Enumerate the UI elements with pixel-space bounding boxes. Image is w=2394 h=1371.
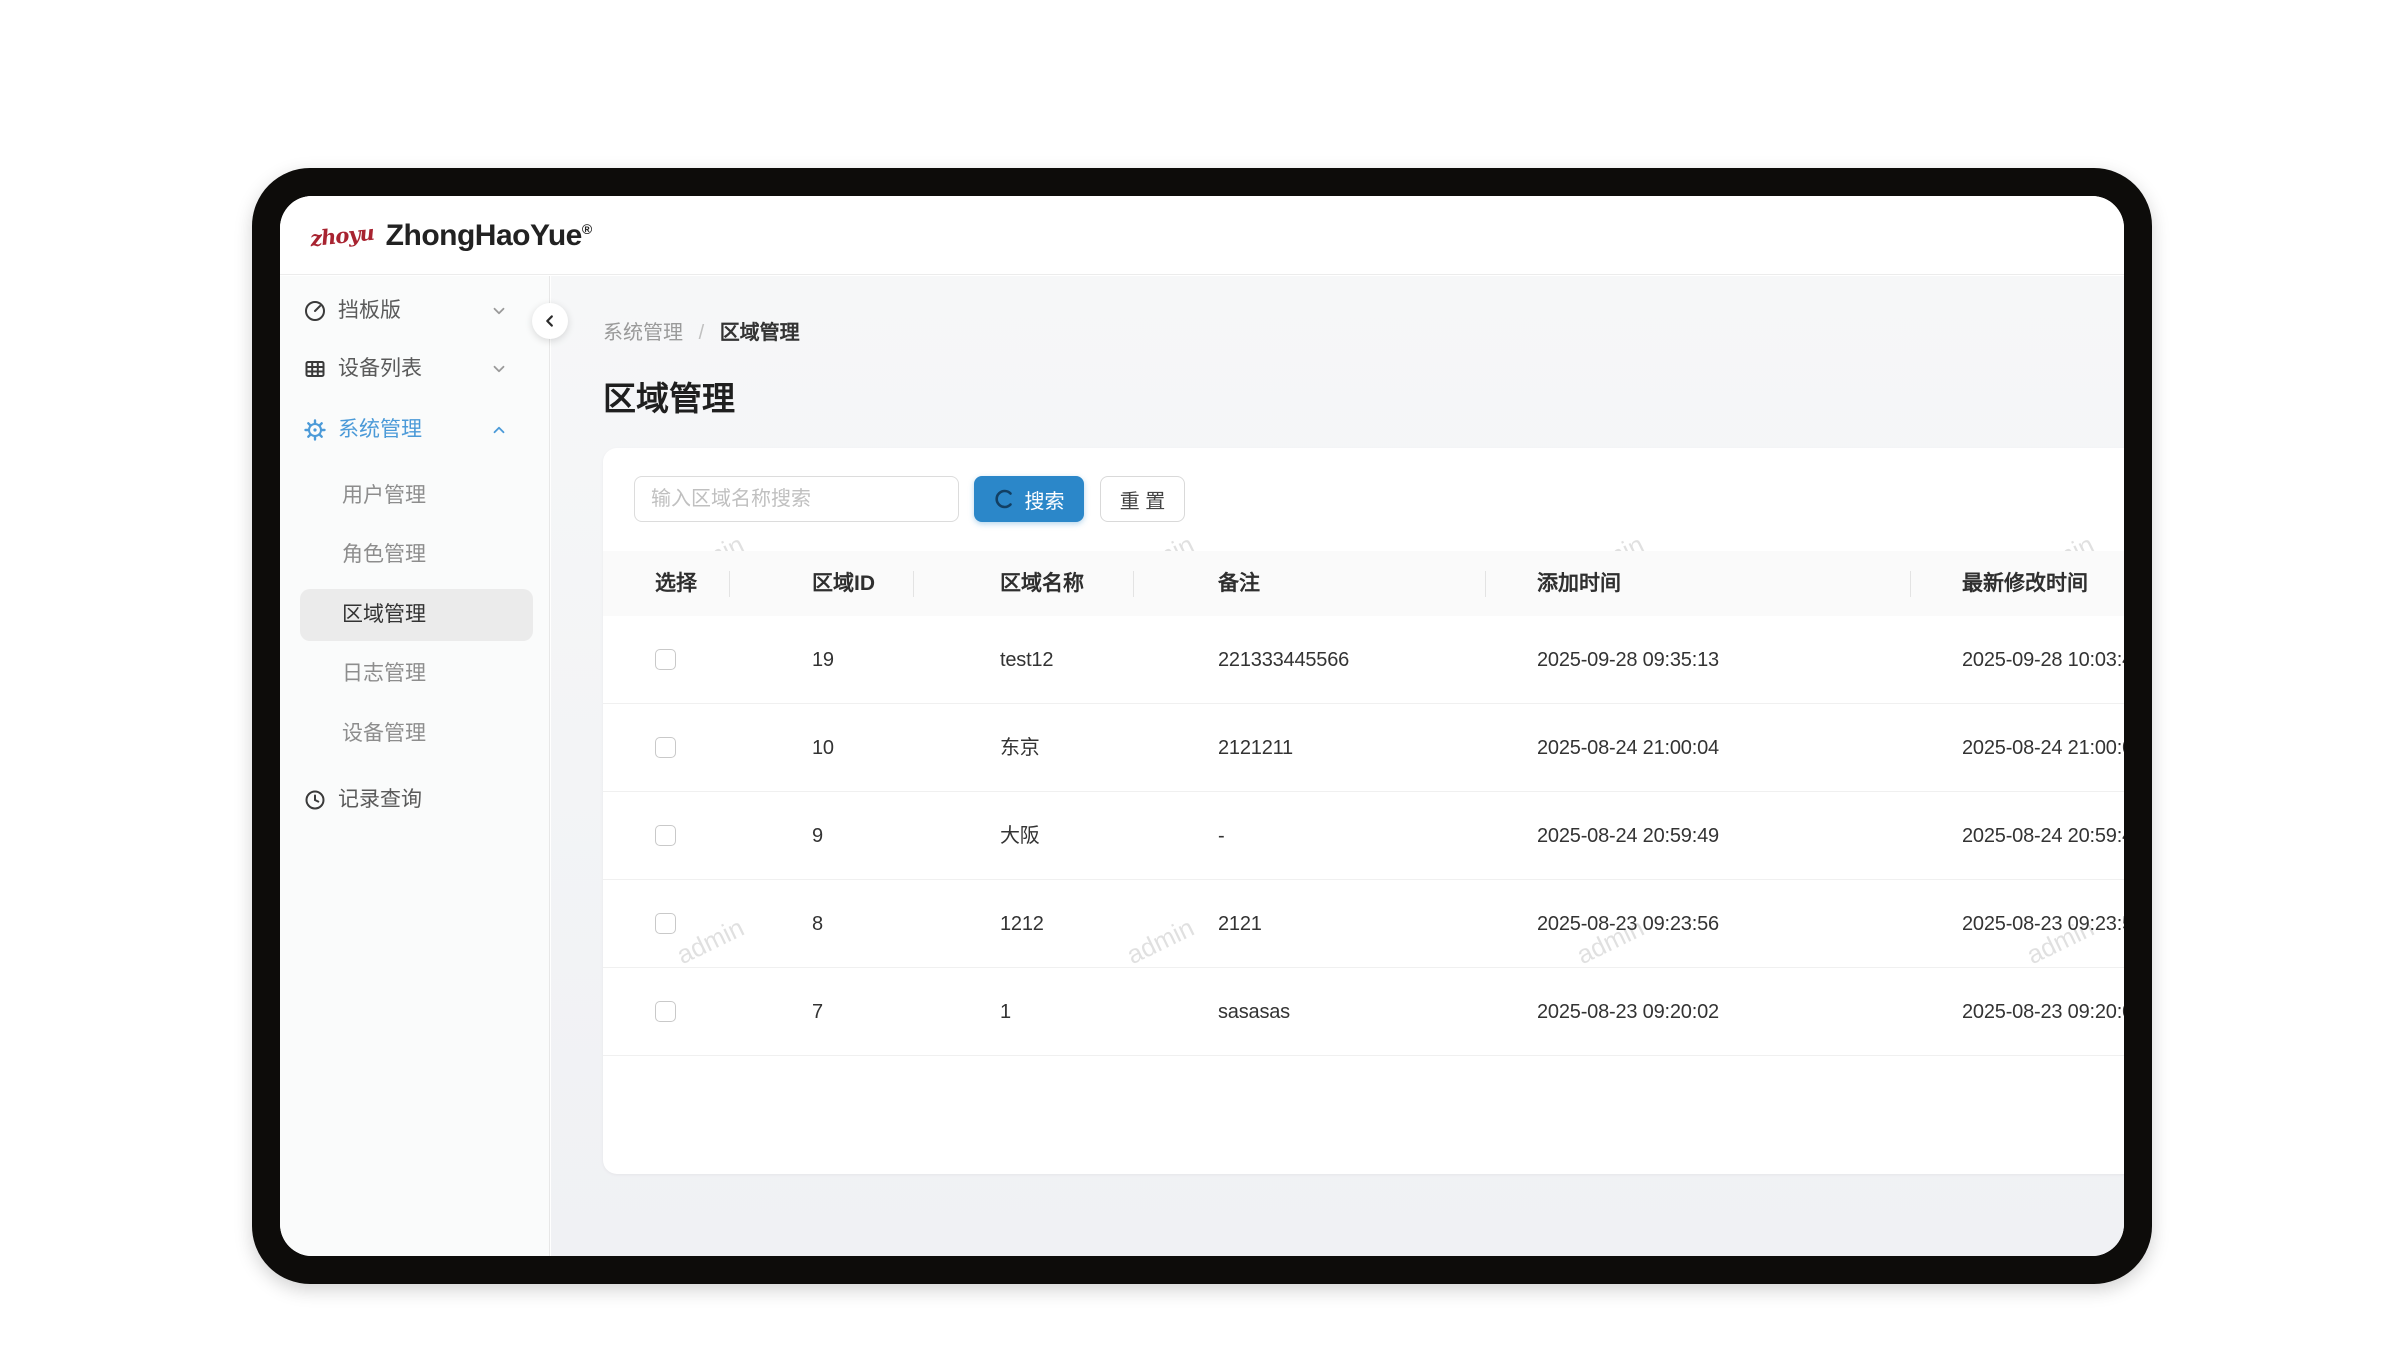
table-row: 8 1212 2121 2025-08-23 09:23:56 2025-08-… [603,880,2124,968]
sidebar-item-label: 设备列表 [338,343,422,395]
breadcrumb-current: 区域管理 [720,322,800,344]
chevron-down-icon [490,360,508,378]
cell-area-name: 1 [1000,968,1011,1056]
sidebar-subitem-log-management[interactable]: 日志管理 [300,648,533,700]
brand-logo-icon: zhoyu [309,220,375,252]
cell-added-time: 2025-08-24 21:00:04 [1537,704,1719,792]
gear-icon [303,418,327,442]
cell-remark: - [1218,792,1224,880]
search-arc-icon [994,488,1016,510]
sidebar-subitem-role-management[interactable]: 角色管理 [300,529,533,581]
cell-area-name: 东京 [1000,704,1040,792]
app-body: 挡板版 设备列表 [280,276,2124,1256]
header-divider [729,571,730,597]
table-header: 选择 区域ID 区域名称 备注 添加时间 最新修改时间 [603,551,2124,616]
chevron-left-icon [540,311,560,331]
table-grid-icon [303,357,327,381]
device-frame: zhoyu ZhongHaoYue® 挡板版 [252,168,2152,1284]
search-input[interactable] [634,476,959,522]
row-checkbox[interactable] [655,649,676,670]
breadcrumb-parent[interactable]: 系统管理 [603,322,683,344]
table-row: 7 1 sasasas 2025-08-23 09:20:02 2025-08-… [603,968,2124,1056]
sidebar-item-device-list[interactable]: 设备列表 [280,343,550,395]
row-checkbox[interactable] [655,825,676,846]
brand-name: ZhongHaoYue® [386,219,592,253]
gauge-icon [303,299,327,323]
table-row: 19 test12 221333445566 2025-09-28 09:35:… [603,616,2124,704]
cell-area-id: 7 [812,968,823,1056]
cell-modified-time: 2025-09-28 10:03:4 [1962,616,2124,704]
table-row: 10 东京 2121211 2025-08-24 21:00:04 2025-0… [603,704,2124,792]
reset-button[interactable]: 重 置 [1100,476,1185,522]
breadcrumb: 系统管理 / 区域管理 [603,316,800,345]
sidebar-item-record-query[interactable]: 记录查询 [280,774,550,826]
sidebar-item-label: 系统管理 [338,404,422,456]
sidebar-collapse-button[interactable] [532,303,568,339]
cell-modified-time: 2025-08-24 21:00:0 [1962,704,2124,792]
main-content: 系统管理 / 区域管理 区域管理 admin admin admin admin… [551,276,2124,1256]
column-header-modified-time: 最新修改时间 [1962,551,2088,616]
cell-added-time: 2025-08-23 09:23:56 [1537,880,1719,968]
column-header-area-id: 区域ID [812,551,875,616]
table-body: 19 test12 221333445566 2025-09-28 09:35:… [603,616,2124,1056]
search-toolbar: 搜索 重 置 [603,448,2124,551]
sidebar-item-label: 记录查询 [338,774,422,826]
clock-icon [303,788,327,812]
sidebar-item-dashboard[interactable]: 挡板版 [280,285,550,337]
table-row: 9 大阪 - 2025-08-24 20:59:49 2025-08-24 20… [603,792,2124,880]
column-header-remark: 备注 [1218,551,1260,616]
content-card: admin admin admin admin admin admin admi… [603,448,2124,1174]
brand-reg-mark: ® [582,221,592,237]
header-divider [1485,571,1486,597]
column-header-area-name: 区域名称 [1000,551,1084,616]
cell-area-name: 1212 [1000,880,1044,968]
app-header: zhoyu ZhongHaoYue® [280,196,2124,275]
cell-area-id: 10 [812,704,834,792]
cell-area-id: 9 [812,792,823,880]
chevron-up-icon [490,421,508,439]
sidebar-subitem-user-management[interactable]: 用户管理 [300,470,533,522]
page: zhoyu ZhongHaoYue® 挡板版 [0,0,2394,1371]
cell-area-id: 19 [812,616,834,704]
search-button-label: 搜索 [1025,485,1065,514]
cell-remark: 2121211 [1218,704,1293,792]
sidebar-item-system-management[interactable]: 系统管理 [280,404,550,456]
page-title: 区域管理 [603,372,735,420]
row-checkbox[interactable] [655,1001,676,1022]
sidebar-subitem-area-management[interactable]: 区域管理 [300,589,533,641]
sidebar-subitem-device-management[interactable]: 设备管理 [300,708,533,760]
sidebar-item-label: 挡板版 [338,285,401,337]
row-checkbox[interactable] [655,913,676,934]
cell-area-name: test12 [1000,616,1053,704]
cell-added-time: 2025-09-28 09:35:13 [1537,616,1719,704]
chevron-down-icon [490,302,508,320]
cell-modified-time: 2025-08-24 20:59:4 [1962,792,2124,880]
cell-modified-time: 2025-08-23 09:20:0 [1962,968,2124,1056]
cell-area-name: 大阪 [1000,792,1040,880]
cell-area-id: 8 [812,880,823,968]
brand-name-text: ZhongHaoYue [386,219,582,252]
cell-remark: 2121 [1218,880,1262,968]
breadcrumb-separator: / [699,322,705,344]
header-divider [913,571,914,597]
header-divider [1910,571,1911,597]
column-header-added-time: 添加时间 [1537,551,1621,616]
cell-remark: sasasas [1218,968,1290,1056]
cell-added-time: 2025-08-24 20:59:49 [1537,792,1719,880]
row-checkbox[interactable] [655,737,676,758]
search-button[interactable]: 搜索 [974,476,1084,522]
sidebar: 挡板版 设备列表 [280,276,550,1256]
brand: zhoyu ZhongHaoYue® [310,196,592,275]
header-divider [1133,571,1134,597]
cell-remark: 221333445566 [1218,616,1349,704]
cell-added-time: 2025-08-23 09:20:02 [1537,968,1719,1056]
column-header-select: 选择 [655,551,697,616]
app-window: zhoyu ZhongHaoYue® 挡板版 [280,196,2124,1256]
cell-modified-time: 2025-08-23 09:23:5 [1962,880,2124,968]
